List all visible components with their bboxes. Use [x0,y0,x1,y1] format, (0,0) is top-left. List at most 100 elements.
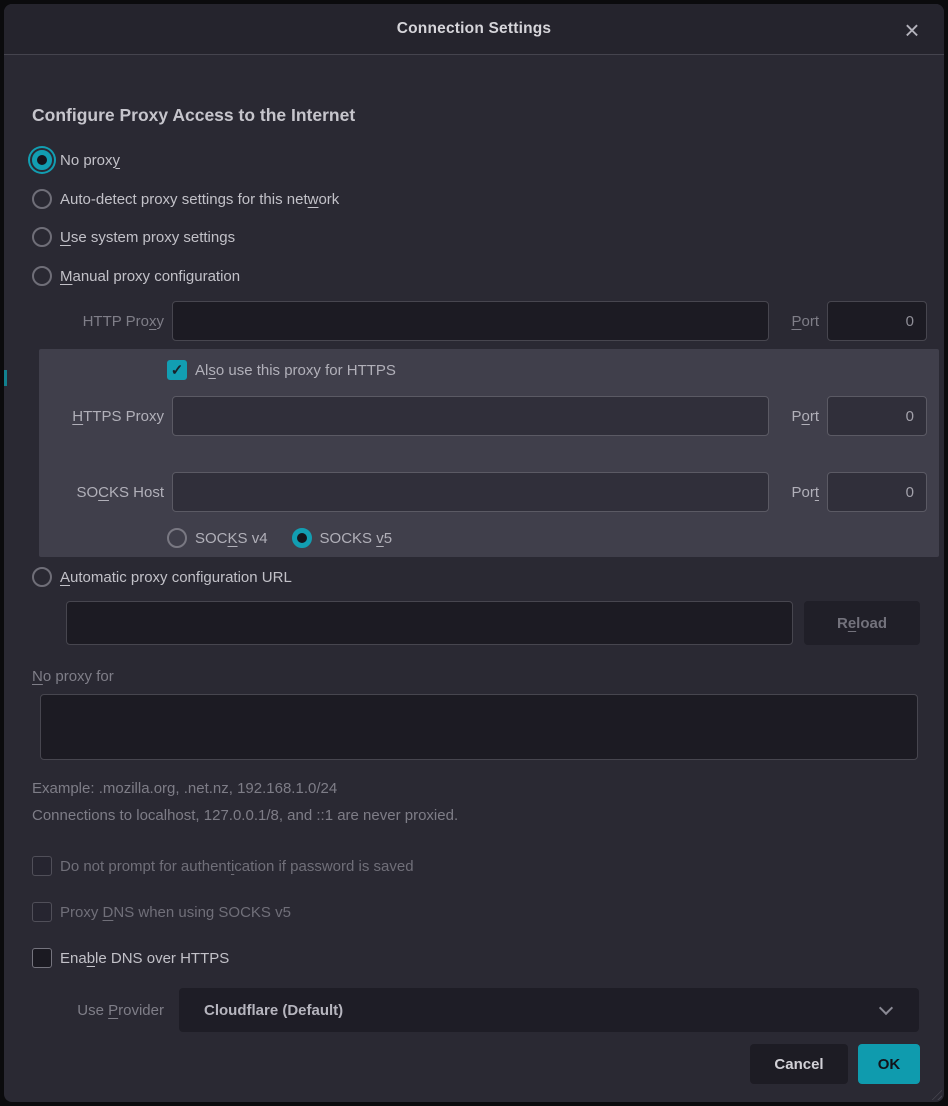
highlight-edge-accent [4,370,7,386]
label-part-pre: P [791,408,801,425]
resize-grip[interactable] [929,1087,942,1100]
access-key: P [791,313,801,330]
label-part-post: o proxy for [43,668,114,685]
radio-manual-proxy-label: Manual proxy configuration [60,268,240,285]
radio-system-proxy-label: Use system proxy settings [60,229,235,246]
radio-socks-v4[interactable]: SOCKS v4 [167,528,268,548]
checkbox-no-prompt-auth[interactable]: Do not prompt for authentication if pass… [32,854,414,878]
access-key: A [60,569,70,586]
socks-host-label: SOCKS Host [4,484,164,501]
label-part-post: load [856,615,887,632]
label-part-post: anual proxy configuration [73,268,241,285]
socks-version-row: SOCKS v4 SOCKS v5 [167,526,392,550]
http-proxy-row: HTTP Proxy Port [4,300,948,342]
checkbox-also-https[interactable]: ✓ Also use this proxy for HTTPS [167,358,396,382]
reload-button[interactable]: Reload [804,601,920,645]
checkbox-proxy-dns[interactable]: Proxy DNS when using SOCKS v5 [32,900,291,924]
label-part-pre: SO [76,484,98,501]
radio-icon [32,266,52,286]
access-key: P [108,1002,118,1019]
radio-no-proxy-label: No proxy [60,152,120,169]
http-port-input[interactable] [827,301,927,341]
access-key: C [98,484,109,501]
radio-icon [167,528,187,548]
label-part-pre: Por [791,484,814,501]
localhost-hint: Connections to localhost, 127.0.0.1/8, a… [32,807,458,824]
access-key: x [149,313,157,330]
access-key: H [72,408,83,425]
radio-no-proxy[interactable]: No proxy [32,148,120,172]
label-part-post: rovider [118,1002,164,1019]
label-part-pre: Use [77,1002,108,1019]
label-part-pre: SOCKS [320,530,377,547]
ok-button[interactable]: OK [858,1044,920,1084]
checkbox-enable-doh[interactable]: Enable DNS over HTTPS [32,946,229,970]
radio-manual-proxy[interactable]: Manual proxy configuration [32,264,240,288]
label-part-pre: SOC [195,530,228,547]
https-proxy-input[interactable] [172,396,769,436]
label-part-pre: Al [195,362,208,379]
socks-port-label: Port [777,484,819,501]
chevron-down-icon [879,1001,893,1015]
cancel-button[interactable]: Cancel [750,1044,848,1084]
label-part-pre: Auto-detect proxy settings for this net [60,191,308,208]
label-part-post: 5 [384,530,392,547]
access-key: M [60,268,73,285]
access-key: K [228,530,238,547]
access-key: U [60,229,71,246]
screen: Connection Settings × Configure Proxy Ac… [0,0,948,1106]
provider-selected-value: Cloudflare (Default) [204,1002,343,1019]
access-key: N [32,668,43,685]
radio-system-proxy[interactable]: Use system proxy settings [32,225,235,249]
https-proxy-label: HTTPS Proxy [4,408,164,425]
access-key: e [848,615,856,632]
checkbox-proxy-dns-label: Proxy DNS when using SOCKS v5 [60,904,291,921]
doh-provider-row: Use Provider Cloudflare (Default) [4,988,948,1032]
label-part-post: se system proxy settings [71,229,235,246]
socks-port-input[interactable] [827,472,927,512]
label-part-post: o use this proxy for HTTPS [216,362,396,379]
radio-auto-detect-label: Auto-detect proxy settings for this netw… [60,191,339,208]
access-key: o [801,408,809,425]
close-button[interactable]: × [896,14,928,46]
checkbox-no-prompt-auth-label: Do not prompt for authentication if pass… [60,858,414,875]
label-part-post: y [157,313,165,330]
access-key: v [376,530,384,547]
dialog-titlebar: Connection Settings × [4,4,944,55]
label-part-post: ork [318,191,339,208]
checkbox-icon [32,902,52,922]
https-port-label: Port [777,408,819,425]
label-part-post: KS Host [109,484,164,501]
http-proxy-input[interactable] [172,301,769,341]
radio-auto-detect[interactable]: Auto-detect proxy settings for this netw… [32,187,339,211]
access-key: t [815,484,819,501]
checkmark-icon: ✓ [171,361,184,379]
label-part-post: S v4 [238,530,268,547]
no-proxy-for-textarea[interactable] [40,694,918,760]
label-part-pre: Ena [60,950,87,967]
dialog-title: Connection Settings [397,20,552,38]
label-part-post: utomatic proxy configuration URL [70,569,292,586]
checkbox-checked-icon: ✓ [167,360,187,380]
connection-settings-dialog: Connection Settings × Configure Proxy Ac… [4,4,944,1102]
radio-selected-icon [32,150,52,170]
radio-socks-v4-label: SOCKS v4 [195,530,268,547]
reload-label: Reload [837,615,887,632]
auto-url-input[interactable] [66,601,793,645]
label-part-post: rt [810,408,819,425]
radio-auto-url[interactable]: Automatic proxy configuration URL [32,565,292,589]
provider-dropdown[interactable]: Cloudflare (Default) [179,988,919,1032]
https-proxy-row: HTTPS Proxy Port [4,395,948,437]
radio-socks-v5[interactable]: SOCKS v5 [292,528,393,548]
access-key: s [208,362,216,379]
access-key: w [308,191,319,208]
label-part-pre: Proxy [60,904,103,921]
radio-icon [32,567,52,587]
https-port-input[interactable] [827,396,927,436]
socks-host-input[interactable] [172,472,769,512]
label-part-post: le DNS over HTTPS [95,950,229,967]
example-hint: Example: .mozilla.org, .net.nz, 192.168.… [32,780,337,797]
auto-url-row: Reload [4,601,948,645]
radio-icon [32,227,52,247]
access-key: D [103,904,114,921]
